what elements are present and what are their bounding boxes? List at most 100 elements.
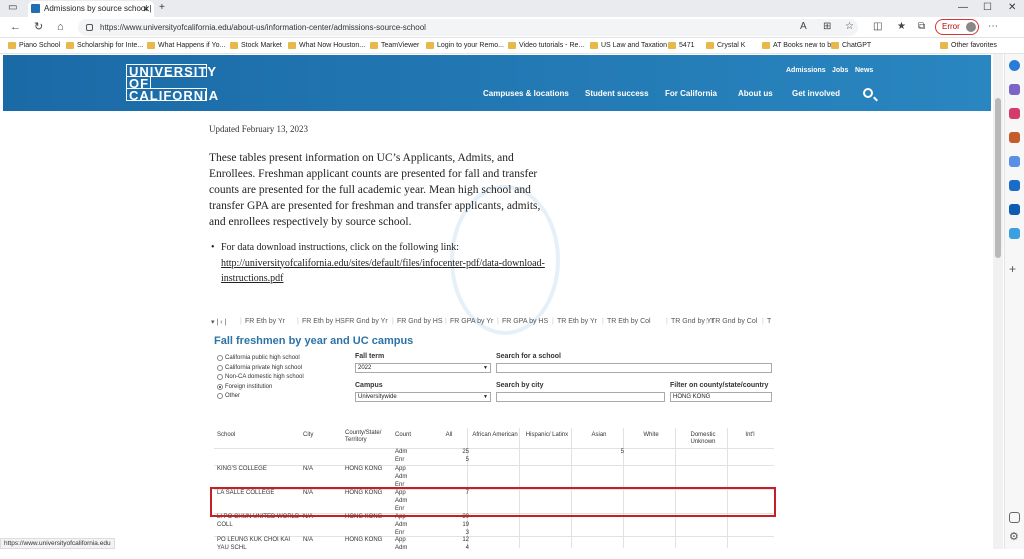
- scrollbar-thumb[interactable]: [995, 98, 1001, 258]
- settings-gear-icon[interactable]: ⚙: [1009, 532, 1020, 543]
- bookmark-item[interactable]: Login to your Remo...: [426, 40, 504, 52]
- bookmark-item[interactable]: Piano School: [8, 40, 60, 52]
- shopping-icon[interactable]: [1009, 108, 1020, 119]
- games-icon[interactable]: [1009, 156, 1020, 167]
- tableau-tab[interactable]: T: [767, 318, 771, 325]
- logo-line: CALIFORNIA: [126, 88, 218, 102]
- bookmark-item[interactable]: Stock Market: [230, 40, 282, 52]
- tableau-tab[interactable]: FR Gnd by HS: [397, 318, 443, 325]
- school-type-option[interactable]: Foreign institution: [217, 383, 272, 391]
- favorite-star-icon[interactable]: ☆: [845, 21, 854, 32]
- search-school-input[interactable]: [496, 363, 772, 373]
- bookmark-item[interactable]: AT Books new to buy: [762, 40, 839, 52]
- new-tab-icon[interactable]: +: [159, 0, 165, 16]
- home-icon[interactable]: ⌂: [57, 20, 64, 34]
- app-available-icon[interactable]: ⊞: [823, 21, 831, 32]
- search-city-input[interactable]: [496, 392, 665, 402]
- column-header[interactable]: Domestic Unknown: [678, 432, 728, 446]
- bookmark-item[interactable]: TeamViewer: [370, 40, 419, 52]
- radio-icon[interactable]: [217, 355, 223, 361]
- page-scrollbar[interactable]: [993, 54, 1003, 549]
- bookmark-item[interactable]: Crystal K: [706, 40, 745, 52]
- close-tab-icon[interactable]: ✕: [142, 1, 150, 17]
- table-row[interactable]: LI PO CHUN UNITED WORLD COLL N/A HONG KONG…: [214, 514, 774, 536]
- download-instructions-link[interactable]: http://universityofcalifornia.edu/sites/…: [221, 258, 545, 285]
- add-icon[interactable]: +: [1009, 263, 1020, 275]
- drop-icon[interactable]: [1009, 228, 1020, 239]
- other-favorites[interactable]: Other favorites: [940, 40, 997, 52]
- close-window-icon[interactable]: ✕: [1008, 0, 1016, 16]
- nav-campuses[interactable]: Campuses & locations: [483, 89, 569, 98]
- minimize-icon[interactable]: —: [958, 0, 968, 16]
- tableau-tab[interactable]: TR Gnd by Col: [711, 318, 757, 325]
- top-link-jobs[interactable]: Jobs: [832, 67, 848, 74]
- profile-error-button[interactable]: Error: [935, 19, 979, 35]
- campus-select[interactable]: Universitywide ▼: [355, 392, 491, 402]
- nav-for-california[interactable]: For California: [665, 89, 717, 98]
- school-type-option[interactable]: California private high school: [217, 364, 302, 372]
- column-header[interactable]: Int'l: [730, 432, 770, 439]
- radio-icon[interactable]: [217, 374, 223, 380]
- bookmark-item[interactable]: What Now Houston...: [288, 40, 365, 52]
- tab-actions-icon[interactable]: ▭: [8, 0, 17, 16]
- split-screen-icon[interactable]: ◫: [873, 21, 882, 32]
- bookmark-item[interactable]: Video tutorials - Re...: [508, 40, 584, 52]
- bookmark-item[interactable]: Scholarship for Inte...: [66, 40, 143, 52]
- radio-icon[interactable]: [217, 393, 223, 399]
- top-link-admissions[interactable]: Admissions: [786, 67, 826, 74]
- top-link-news[interactable]: News: [855, 67, 873, 74]
- bookmark-item[interactable]: What Happens if Yo...: [147, 40, 225, 52]
- maximize-icon[interactable]: ☐: [983, 0, 992, 16]
- tableau-tab[interactable]: FR Eth by HS: [302, 318, 345, 325]
- bookmark-item[interactable]: US Law and Taxation: [590, 40, 667, 52]
- tableau-tab[interactable]: TR Eth by Col: [607, 318, 651, 325]
- read-aloud-icon[interactable]: A: [800, 21, 807, 32]
- column-header[interactable]: African American: [470, 432, 520, 439]
- tableau-tab[interactable]: FR Eth by Yr: [245, 318, 285, 325]
- filter-country-input[interactable]: HONG KONG: [670, 392, 772, 402]
- bookmark-item[interactable]: ChatGPT: [831, 40, 871, 52]
- search-city-label: Search by city: [496, 382, 544, 389]
- back-icon[interactable]: ←: [10, 20, 21, 34]
- fall-term-select[interactable]: 2022 ▼: [355, 363, 491, 373]
- browser-tab[interactable]: Admissions by source school | U ✕: [28, 1, 154, 17]
- table-row[interactable]: KING'S COLLEGE N/A HONG KONG App Adm Enr: [214, 466, 774, 488]
- url-input[interactable]: https://www.universityofcalifornia.edu/a…: [78, 19, 858, 36]
- tableau-tab[interactable]: TR Eth by Yr: [557, 318, 597, 325]
- tableau-tab[interactable]: FR GPA by HS: [502, 318, 548, 325]
- nav-about-us[interactable]: About us: [738, 89, 773, 98]
- column-header[interactable]: Asian: [574, 432, 624, 439]
- school-type-option[interactable]: Other: [217, 392, 240, 400]
- tab-scroll-arrows[interactable]: ▾ | ‹ |: [211, 318, 226, 326]
- nav-student-success[interactable]: Student success: [585, 89, 649, 98]
- tableau-tab[interactable]: FR GPA by Yr: [450, 318, 493, 325]
- tab-divider: |: [340, 318, 342, 325]
- tools-icon[interactable]: [1009, 132, 1020, 143]
- search-sidebar-icon[interactable]: [1009, 84, 1020, 95]
- more-menu-icon[interactable]: ⋯: [988, 21, 998, 32]
- column-header[interactable]: School: [217, 432, 297, 439]
- column-header[interactable]: Hispanic/ Latinx: [522, 432, 572, 439]
- column-header[interactable]: City: [303, 432, 343, 439]
- school-type-option[interactable]: California public high school: [217, 354, 300, 362]
- refresh-icon[interactable]: ↻: [34, 20, 43, 34]
- favorites-icon[interactable]: ★: [897, 21, 906, 32]
- radio-icon[interactable]: [217, 383, 223, 390]
- office-icon[interactable]: [1009, 180, 1020, 191]
- bing-icon[interactable]: [1009, 60, 1020, 71]
- table-row[interactable]: PO LEUNG KUK CHOI KAI YAU SCHL N/A HONG KO…: [214, 537, 774, 559]
- column-header[interactable]: White: [626, 432, 676, 439]
- radio-icon[interactable]: [217, 364, 223, 371]
- column-header[interactable]: Count: [395, 432, 425, 439]
- tableau-tab[interactable]: FR Gnd by Yr: [345, 318, 388, 325]
- bookmark-item[interactable]: 5471: [668, 40, 695, 52]
- school-type-option[interactable]: Non-CA domestic high school: [217, 373, 304, 381]
- collections-icon[interactable]: ⧉: [918, 21, 925, 32]
- nav-get-involved[interactable]: Get involved: [792, 89, 840, 98]
- search-icon[interactable]: [863, 88, 873, 98]
- column-header[interactable]: All: [429, 432, 469, 439]
- uc-logo[interactable]: UNIVERSITY OF CALIFORNIA: [126, 64, 218, 102]
- outlook-icon[interactable]: [1009, 204, 1020, 215]
- column-header[interactable]: County/State/ Territory: [345, 430, 393, 444]
- sidebar-toggle-icon[interactable]: [1009, 512, 1020, 523]
